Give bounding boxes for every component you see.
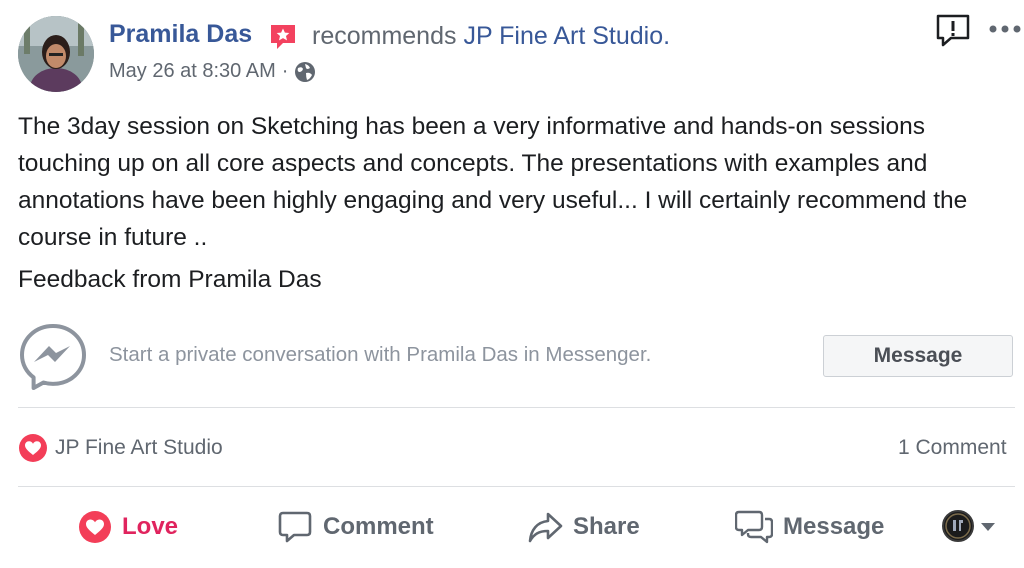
post-body: The 3day session on Sketching has been a… bbox=[18, 113, 968, 251]
page-name-suffix: . bbox=[663, 22, 671, 50]
love-icon bbox=[79, 511, 111, 543]
messenger-icon bbox=[18, 322, 88, 392]
page-name-link[interactable]: JP Fine Art Studio bbox=[463, 22, 663, 50]
message-button[interactable]: Message bbox=[823, 335, 1013, 377]
post-meta: May 26 at 8:30 AM · bbox=[109, 60, 316, 83]
heart-icon[interactable] bbox=[18, 433, 48, 463]
page-avatar[interactable] bbox=[942, 510, 974, 542]
comment-label: Comment bbox=[323, 513, 434, 540]
share-icon bbox=[528, 512, 563, 543]
message-action-button[interactable]: Message bbox=[735, 505, 884, 549]
messenger-prompt: Start a private conversation with Pramil… bbox=[109, 343, 652, 366]
share-label: Share bbox=[573, 513, 640, 540]
love-button[interactable]: Love bbox=[78, 505, 178, 549]
recommends-line: recommends JP Fine Art Studio. bbox=[312, 22, 670, 51]
globe-icon bbox=[295, 61, 316, 82]
reaction-by[interactable]: JP Fine Art Studio bbox=[55, 436, 223, 460]
share-button[interactable]: Share bbox=[527, 505, 640, 549]
timestamp[interactable]: May 26 at 8:30 AM bbox=[109, 60, 276, 83]
comments-count[interactable]: 1 Comment bbox=[898, 436, 1007, 460]
comment-icon bbox=[278, 511, 312, 543]
report-icon[interactable] bbox=[934, 12, 972, 50]
recommendation-badge-icon bbox=[268, 22, 298, 52]
message-action-label: Message bbox=[783, 513, 885, 540]
action-text: recommends bbox=[312, 22, 457, 50]
love-label: Love bbox=[122, 513, 179, 540]
more-options-icon[interactable] bbox=[988, 22, 1022, 36]
divider bbox=[18, 407, 1015, 408]
divider bbox=[18, 486, 1015, 487]
feedback-line: Feedback from Pramila Das bbox=[18, 266, 322, 293]
comment-button[interactable]: Comment bbox=[277, 505, 434, 549]
author-avatar[interactable] bbox=[18, 16, 94, 92]
meta-separator: · bbox=[281, 60, 289, 82]
author-name[interactable]: Pramila Das bbox=[109, 20, 252, 49]
message-icon bbox=[735, 510, 773, 544]
chevron-down-icon[interactable] bbox=[980, 520, 996, 532]
